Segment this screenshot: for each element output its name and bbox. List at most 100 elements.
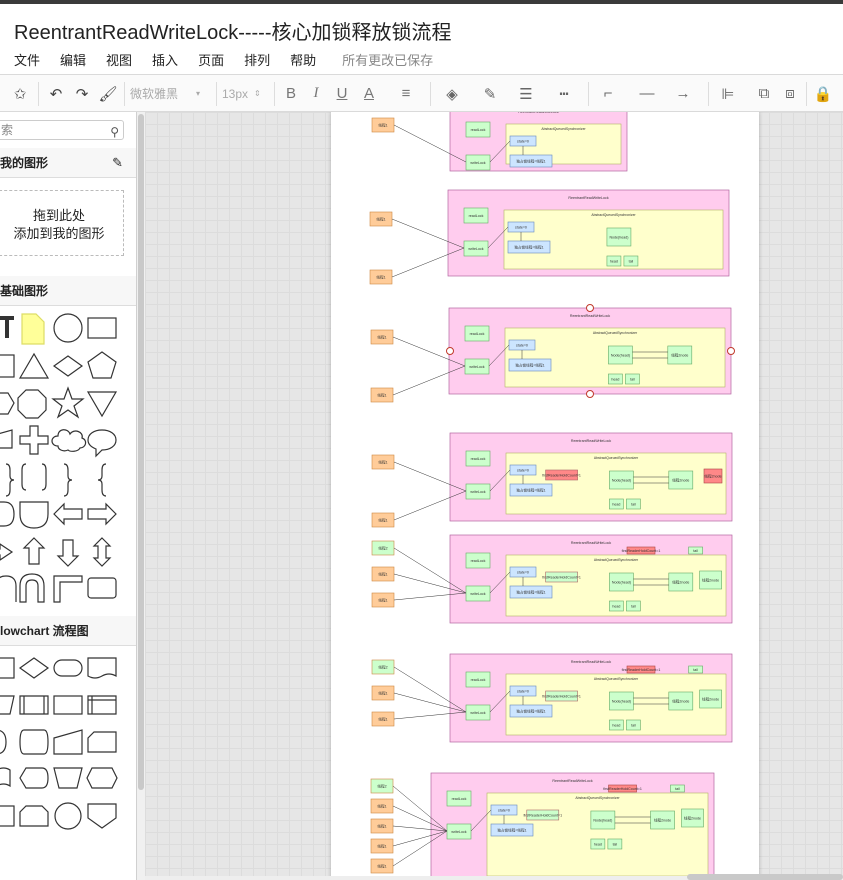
up-arrow-shape[interactable] [22,537,46,565]
frame-3-owner-label: 独占锁线程=线程1 [515,363,544,368]
document-title[interactable]: ReentrantReadWriteLock-----核心加锁释放锁流程 [14,16,452,45]
document-shape[interactable] [87,657,117,679]
menu-bar: 文件 编辑 视图 插入 页面 排列 帮助 所有更改已保存 [14,50,453,69]
cylinder-shape[interactable] [0,730,7,754]
predefined-process-shape[interactable] [19,695,49,715]
delay-shape[interactable] [0,501,15,527]
menu-insert[interactable]: 插入 [152,50,178,69]
u-turn-shape[interactable] [0,575,17,602]
right-arrow-shape[interactable] [87,502,117,526]
terminator-shape[interactable] [53,659,83,677]
triangle-shape[interactable] [18,352,50,379]
right-brace-shape[interactable] [63,463,73,497]
off-page-connector-shape[interactable] [87,803,117,829]
ellipse-shape[interactable] [53,313,83,343]
diagram-page[interactable]: ReentrantReadWriteLock AbstractQueuedSync… [331,112,759,880]
star-shape[interactable] [51,386,85,419]
connector-icon[interactable]: ⌐ [596,75,620,112]
rectangle-shape[interactable] [87,317,117,339]
pin-icon[interactable]: ✩ [8,75,32,112]
bracket-pair-shape[interactable] [21,463,47,491]
trapezoid-shape[interactable] [53,767,83,789]
align-icon[interactable]: ≡ [394,75,418,112]
frame-4-thread-1-label: 线程1 [378,460,387,465]
menu-view[interactable]: 视图 [106,50,132,69]
connector-circle-shape[interactable] [54,802,82,830]
lock-icon[interactable]: 🔒 [812,75,834,112]
square-shape[interactable] [0,354,15,378]
display-shape[interactable] [19,767,49,789]
preparation-shape[interactable] [86,767,118,789]
menu-edit[interactable]: 编辑 [60,50,86,69]
inverted-triangle-shape[interactable] [86,391,118,418]
corner-shape[interactable] [53,575,83,603]
diagram-canvas[interactable]: ReentrantReadWriteLock AbstractQueuedSync… [145,112,843,880]
down-arrow-shape[interactable] [56,539,80,567]
rounded-rectangle-shape[interactable] [87,577,117,599]
octagon-shape[interactable] [17,389,47,419]
line-style-icon[interactable]: ┅ [552,75,576,112]
frame-6-head-ptr-label: head [612,724,620,728]
frame-3-thread-node-label: 线程2node [671,353,688,358]
paper-tape-shape[interactable] [0,767,11,788]
storage-shape[interactable] [53,695,83,715]
process-shape[interactable] [0,657,15,679]
bring-front-icon[interactable]: ⧉ [752,75,776,112]
selection-handle-4[interactable] [586,390,594,398]
callout-shape[interactable] [87,429,117,458]
arrow-icon[interactable]: → [668,75,698,112]
chevron-down-icon: ▾ [196,89,201,98]
frame-6-top-tail-label: tail [693,668,698,672]
decision-shape[interactable] [18,657,50,679]
chevron-arrow-shape[interactable] [0,543,14,561]
loop-limit-shape[interactable] [19,805,49,827]
line-icon[interactable]: — [632,75,662,112]
text-shape[interactable] [0,316,14,338]
selection-handle-3[interactable] [727,347,735,355]
line-color-icon[interactable]: ✎ [478,75,502,112]
internal-storage-shape[interactable] [87,695,117,715]
font-size-input[interactable]: 13px ⇕ [222,75,272,112]
brace-shape[interactable] [5,463,15,497]
selection-handle-1[interactable] [586,304,594,312]
italic-button[interactable]: I [305,75,327,112]
hexagon-shape[interactable] [0,392,15,415]
u-arrow-shape[interactable] [19,573,45,603]
left-brace-shape[interactable] [97,463,107,497]
send-back-icon[interactable]: ⧈ [778,75,802,112]
format-painter-icon[interactable]: 🖌 [96,75,120,112]
diagram-svg[interactable]: ReentrantReadWriteLock AbstractQueuedSync… [331,112,759,880]
card-shape[interactable] [87,731,117,753]
menu-page[interactable]: 页面 [198,50,224,69]
align-left-icon[interactable]: ⊫ [716,75,740,112]
horizontal-scrollbar-thumb[interactable] [687,874,843,880]
data-shape[interactable] [0,695,15,715]
diamond-shape[interactable] [52,355,84,377]
selection-handle-2[interactable] [446,347,454,355]
manual-input-shape[interactable] [0,429,13,449]
menu-file[interactable]: 文件 [14,50,40,69]
tear-shape[interactable] [19,501,49,529]
bold-button[interactable]: B [280,75,302,112]
cross-shape[interactable] [19,425,49,455]
manual-input-flow-shape[interactable] [53,729,83,755]
line-width-icon[interactable]: ☰ [514,75,538,112]
menu-help[interactable]: 帮助 [290,50,316,69]
font-family-select[interactable]: 微软雅黑 ▾ [130,75,210,112]
frame-4-head-node-label: Node(head) [612,479,631,483]
redo-icon[interactable]: ↷ [70,75,94,112]
sidebar-scrollbar-thumb[interactable] [138,114,144,790]
menu-arrange[interactable]: 排列 [244,50,270,69]
pentagon-shape[interactable] [87,351,117,379]
underline-button[interactable]: U [331,75,353,112]
sequential-storage-shape[interactable] [0,805,15,827]
left-arrow-shape[interactable] [53,502,83,526]
undo-icon[interactable]: ↶ [44,75,68,112]
font-color-button[interactable]: A [358,75,380,112]
fill-color-icon[interactable]: ◈ [440,75,464,112]
tape-shape[interactable] [19,729,49,755]
note-shape[interactable] [21,313,45,345]
vertical-double-arrow-shape[interactable] [92,537,112,567]
frame-6-outer-label: ReentrantReadWriteLock [571,660,611,664]
cloud-shape[interactable] [51,429,87,452]
